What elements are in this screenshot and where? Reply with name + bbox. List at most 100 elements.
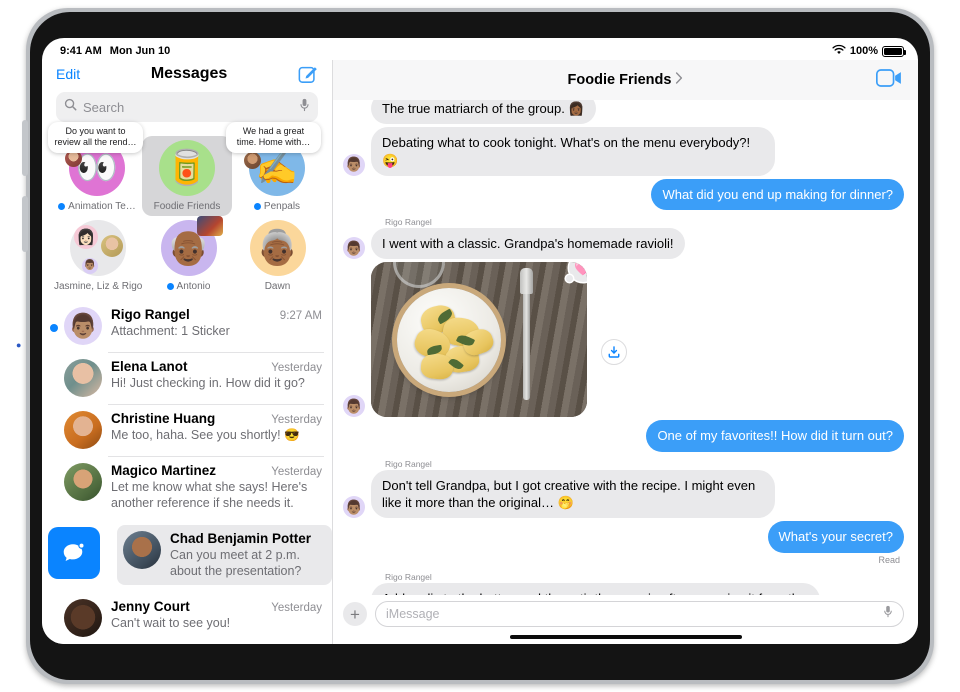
conversation-row-chad-benjamin-potter[interactable]: Chad Benjamin Potter Can you meet at 2 p… [42, 518, 332, 592]
ipad-screen: 9:41 AM Mon Jun 10 100% Edit Messages Se… [42, 38, 918, 644]
pinned-label: Dawn [264, 281, 291, 292]
memoji-antonio-icon: 👴🏾 [167, 229, 210, 267]
memoji-rigo-icon: 👨🏽 [343, 496, 365, 519]
microphone-icon[interactable] [883, 605, 893, 623]
search-input[interactable]: Search [56, 92, 318, 122]
pinned-avatar: 🥫 [159, 140, 215, 196]
pinned-item-penpals[interactable]: We had a great time. Home with… ✍️ Penpa… [226, 122, 322, 216]
pinned-item-antonio[interactable]: 👴🏾 Antonio [144, 216, 233, 296]
wifi-icon [832, 44, 846, 58]
battery-percent-label: 100% [849, 45, 878, 57]
mark-as-unread-icon[interactable] [48, 527, 100, 579]
pinned-item-jasmine-liz-rigo[interactable]: 👩🏻 👨🏽 Jasmine, Liz & Rigo [52, 216, 144, 296]
plus-icon[interactable]: + [343, 602, 367, 626]
pinned-avatar: 👵🏾 [249, 220, 306, 276]
conversation-name: Christine Huang [111, 411, 216, 426]
pinned-item-foodie-friends[interactable]: 🥫 Foodie Friends [142, 136, 232, 216]
edit-button[interactable]: Edit [56, 66, 80, 82]
message-row: What's your secret? [343, 521, 904, 553]
conversation-list[interactable]: 👨🏽 Rigo Rangel 9:27 AM Attachment: 1 Sti… [42, 300, 332, 644]
avatar [123, 531, 161, 569]
message-bubble-incoming[interactable]: The true matriarch of the group. 👩🏾 [371, 100, 596, 125]
edge-indicator-icon: ● [16, 340, 22, 350]
pinned-item-dawn[interactable]: 👵🏾 Dawn [233, 216, 322, 296]
message-bubble-incoming[interactable]: Add garlic to the butter, and then stir … [371, 582, 820, 595]
microphone-icon[interactable] [299, 98, 310, 117]
conversation-row-magico-martinez[interactable]: Magico Martinez Yesterday Let me know wh… [42, 456, 332, 518]
conversation-row-rigo-rangel[interactable]: 👨🏽 Rigo Rangel 9:27 AM Attachment: 1 Sti… [42, 300, 332, 352]
photo-attachment[interactable]: 🩷 [371, 262, 587, 418]
message-group-0: The true matriarch of the group. 👩🏾 [343, 100, 904, 125]
unread-dot [58, 203, 66, 210]
conversation-title[interactable]: Foodie Friends [568, 72, 684, 88]
pinned-label: Animation Te… [68, 201, 136, 212]
conversation-name: Jenny Court [111, 599, 190, 614]
volume-down-button[interactable] [22, 196, 28, 252]
volume-up-button[interactable] [22, 120, 28, 176]
compose-icon[interactable] [298, 64, 318, 84]
conversation-snippet: Let me know what she says! Here's anothe… [111, 480, 308, 510]
home-indicator[interactable] [509, 635, 742, 639]
unread-dot [50, 324, 58, 332]
message-group-7: What's your secret? Read [343, 521, 904, 565]
conversation-name: Elena Lanot [111, 359, 188, 374]
pinned-label: Jasmine, Liz & Rigo [54, 281, 142, 292]
message-bubble-incoming[interactable]: Don't tell Grandpa, but I got creative w… [371, 469, 775, 519]
message-group-6: Rigo Rangel 👨🏽 Don't tell Grandpa, but I… [343, 455, 904, 519]
message-group-5: One of my favorites!! How did it turn ou… [343, 420, 904, 452]
pinned-attachment-thumbnail [196, 216, 223, 236]
pinned-avatar: 👴🏾 [160, 216, 223, 276]
message-row: 👨🏽 Debating what to cook tonight. What's… [343, 127, 904, 176]
facetime-video-icon[interactable] [875, 69, 902, 92]
pinned-row-2: 👩🏻 👨🏽 Jasmine, Liz & Rigo 👴🏾 Antonio 👵🏾 … [52, 216, 322, 296]
pinned-item-animation-team[interactable]: Do you want to review all the rend… 👀 An… [48, 122, 143, 216]
pinned-label-row: Animation Te… [58, 201, 136, 212]
save-to-photos-icon[interactable] [601, 339, 627, 366]
message-bubble-outgoing[interactable]: One of my favorites!! How did it turn ou… [646, 420, 904, 452]
pinned-row-1: Do you want to review all the rend… 👀 An… [48, 122, 322, 216]
row-divider [108, 456, 324, 457]
message-sender-name: Rigo Rangel [385, 458, 432, 469]
pinned-label-row: Jasmine, Liz & Rigo [54, 281, 142, 292]
message-sender-name: Rigo Rangel [385, 217, 432, 228]
memoji-dawn-icon: 👵🏾 [256, 229, 299, 267]
conversation-pane: Foodie Friends The true matriarch of the… [332, 60, 918, 644]
message-group-4-photo: 👨🏽 🩷 [343, 262, 904, 418]
message-row: What did you end up making for dinner? [343, 178, 904, 211]
heart-reaction[interactable]: 🩷 [566, 262, 587, 283]
message-bubble-outgoing[interactable]: What did you end up making for dinner? [651, 178, 904, 211]
eyes-emoji-icon: 👀 [75, 149, 119, 187]
pinned-mini-avatar [244, 152, 261, 169]
search-icon [64, 98, 77, 116]
search-placeholder: Search [83, 99, 125, 115]
message-group-3: Rigo Rangel 👨🏽 I went with a classic. Gr… [343, 213, 904, 260]
memoji-rigo-icon: 👨🏽 [343, 153, 365, 176]
pinned-label-row: Foodie Friends [154, 201, 221, 212]
message-thread[interactable]: The true matriarch of the group. 👩🏾 👨🏽 D… [333, 100, 918, 595]
heart-reaction-emoji: 🩷 [574, 262, 587, 276]
conversation-title-label: Foodie Friends [567, 72, 672, 88]
message-bubble-incoming[interactable]: Debating what to cook tonight. What's on… [371, 127, 775, 176]
imessage-input[interactable]: iMessage [375, 601, 904, 627]
group-member-avatar-3: 👨🏽 [82, 258, 98, 274]
conversation-row-elena-lanot[interactable]: Elena Lanot Yesterday Hi! Just checking … [42, 352, 332, 404]
pinned-label: Foodie Friends [153, 201, 221, 212]
memoji-rigo-icon: 👨🏽 [343, 395, 365, 418]
memoji-rigo-icon: 👨🏽 [343, 237, 365, 260]
page-title: Messages [150, 65, 228, 82]
message-bubble-outgoing[interactable]: What's your secret? [767, 521, 904, 553]
conversation-name: Rigo Rangel [111, 307, 190, 322]
conversation-row-jenny-court[interactable]: Jenny Court Yesterday Can't wait to see … [42, 592, 332, 644]
conversation-time: Yesterday [271, 602, 322, 614]
conversation-row-content[interactable]: Chad Benjamin Potter Can you meet at 2 p… [117, 525, 332, 585]
message-input-bar: + iMessage [333, 595, 918, 631]
conversation-row-christine-huang[interactable]: Christine Huang Yesterday Me too, haha. … [42, 404, 332, 456]
unread-dot [166, 283, 174, 290]
status-time: 9:41 AM [60, 45, 102, 57]
conversation-name: Chad Benjamin Potter [170, 531, 312, 546]
message-group-8: Rigo Rangel 👨🏽 Add garlic to the butter,… [343, 568, 904, 595]
conversation-name: Magico Martinez [111, 463, 217, 478]
pinned-mini-avatar [65, 150, 82, 167]
message-bubble-incoming[interactable]: I went with a classic. Grandpa's homemad… [371, 228, 685, 260]
message-row: One of my favorites!! How did it turn ou… [343, 420, 904, 452]
